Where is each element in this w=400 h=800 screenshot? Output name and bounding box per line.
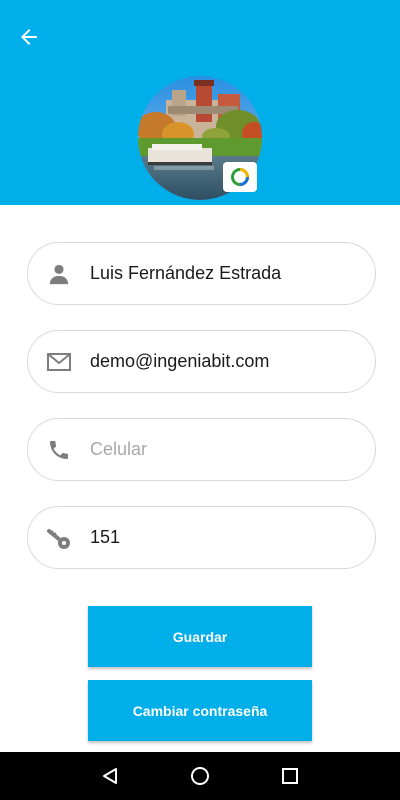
email-field[interactable] (27, 330, 376, 393)
person-icon (46, 261, 72, 287)
phone-field[interactable] (27, 418, 376, 481)
phone-icon (46, 437, 72, 463)
change-password-button[interactable]: Cambiar contraseña (88, 680, 312, 741)
phone-input[interactable] (90, 419, 355, 480)
save-button[interactable]: Guardar (88, 606, 312, 667)
profile-header (0, 0, 400, 205)
key-icon (46, 525, 72, 551)
code-input[interactable] (90, 507, 355, 568)
camera-icon (231, 168, 249, 186)
arrow-left-icon (21, 29, 37, 45)
back-button[interactable] (12, 22, 46, 52)
nav-recents-button[interactable] (278, 764, 302, 788)
nav-recents-icon (282, 768, 298, 784)
change-photo-button[interactable] (223, 162, 257, 192)
nav-home-button[interactable] (188, 764, 212, 788)
email-icon (46, 349, 72, 375)
name-input[interactable] (90, 243, 355, 304)
system-navigation-bar (0, 752, 400, 800)
nav-back-button[interactable] (98, 764, 122, 788)
nav-back-icon (103, 768, 117, 784)
code-field[interactable] (27, 506, 376, 569)
email-input[interactable] (90, 331, 355, 392)
name-field[interactable] (27, 242, 376, 305)
nav-home-icon (191, 767, 209, 785)
